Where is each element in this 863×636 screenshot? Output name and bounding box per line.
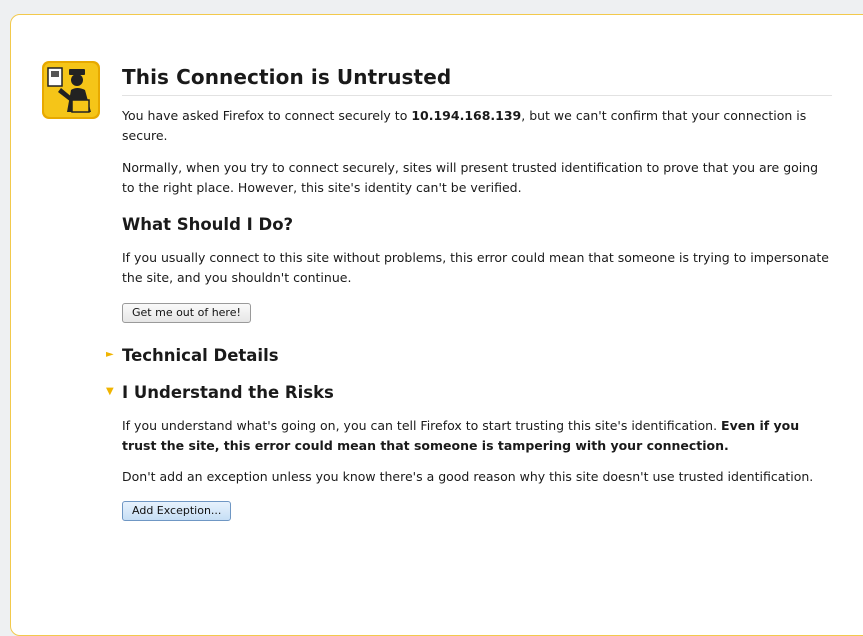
triangle-down-icon: ▼ xyxy=(106,386,114,397)
host-address: 10.194.168.139 xyxy=(411,108,522,123)
intro-prefix: You have asked Firefox to connect secure… xyxy=(122,108,412,123)
page-title: This Connection is Untrusted xyxy=(122,65,832,96)
get-me-out-button[interactable]: Get me out of here! xyxy=(122,303,251,323)
triangle-right-icon: ► xyxy=(106,349,114,360)
technical-details-expander[interactable]: ► Technical Details xyxy=(106,346,832,365)
what-should-i-do-heading: What Should I Do? xyxy=(122,215,294,234)
intro-text: You have asked Firefox to connect secure… xyxy=(122,106,832,146)
normally-text: Normally, when you try to connect secure… xyxy=(122,160,819,195)
understand-risks-expander[interactable]: ▼ I Understand the Risks xyxy=(106,383,832,402)
error-content: This Connection is Untrusted You have as… xyxy=(106,65,832,521)
understand-risks-heading[interactable]: I Understand the Risks xyxy=(122,383,832,402)
risks-text: If you understand what's going on, you c… xyxy=(122,416,832,456)
error-page-container: This Connection is Untrusted You have as… xyxy=(10,14,863,636)
untrusted-connection-icon xyxy=(41,60,101,120)
exception-warning-text: Don't add an exception unless you know t… xyxy=(122,469,814,484)
risks-text-plain: If you understand what's going on, you c… xyxy=(122,418,722,433)
technical-details-heading[interactable]: Technical Details xyxy=(122,346,832,365)
add-exception-button[interactable]: Add Exception... xyxy=(122,501,232,521)
what-should-i-do-text: If you usually connect to this site with… xyxy=(122,250,829,285)
